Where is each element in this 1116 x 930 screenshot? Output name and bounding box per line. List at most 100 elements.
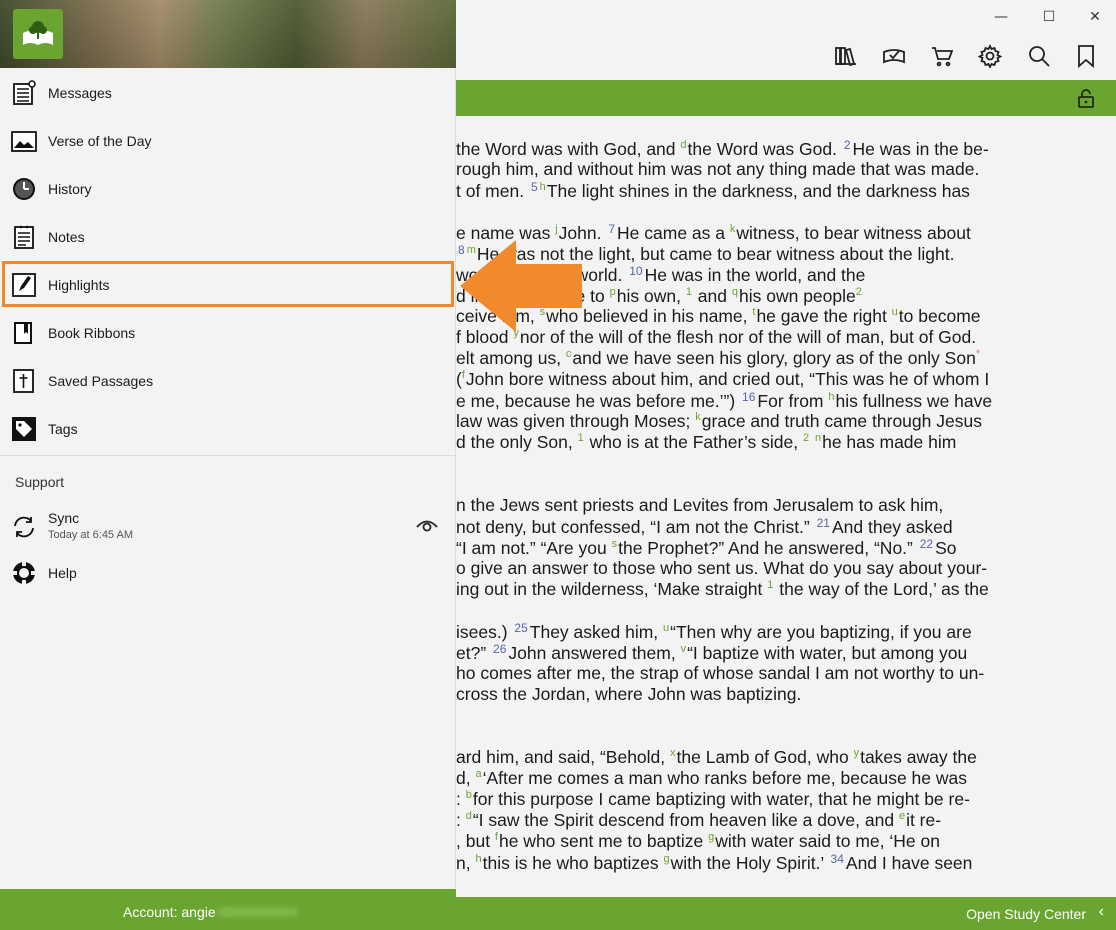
open-study-center-button[interactable]: Open Study Center xyxy=(966,906,1086,922)
cross-reference-marker[interactable]: q xyxy=(732,286,738,298)
text-line[interactable]: e me, because he was before me.’”) 16 For… xyxy=(456,390,992,412)
text-line[interactable]: not deny, but confessed, “I am not the C… xyxy=(456,516,953,538)
minimize-button[interactable]: — xyxy=(978,6,1024,28)
text-line[interactable]: (fJohn bore witness about him, and cried… xyxy=(456,369,989,390)
text-line[interactable]: : bfor this purpose I came baptizing wit… xyxy=(456,789,970,810)
verse-number[interactable]: 16 xyxy=(742,390,755,404)
cross-reference-marker[interactable]: g xyxy=(664,853,670,865)
menu-item-help[interactable]: Help xyxy=(0,549,456,597)
cross-reference-marker[interactable]: u xyxy=(663,622,669,634)
cross-reference-marker[interactable]: d xyxy=(466,810,472,822)
menu-item-sync[interactable]: Sync xyxy=(0,503,456,551)
verse-text: et?” xyxy=(456,643,492,663)
text-line[interactable]: , but fhe who sent me to baptize gwith w… xyxy=(456,831,940,852)
footnote-marker[interactable]: * xyxy=(976,348,980,360)
text-line[interactable]: n the Jews sent priests and Levites from… xyxy=(456,495,943,516)
verse-text: “I am not.” “Are you xyxy=(456,538,612,558)
menu-item-book-ribbons[interactable]: Book Ribbons xyxy=(0,309,456,357)
maximize-button[interactable]: ☐ xyxy=(1026,6,1072,28)
verse-text: with the Holy Spirit.’ xyxy=(670,853,829,873)
text-line[interactable]: o give an answer to those who sent us. W… xyxy=(456,558,987,579)
verse-number[interactable]: 25 xyxy=(514,621,527,635)
verse-number[interactable]: 2 xyxy=(844,138,851,152)
app-logo[interactable] xyxy=(13,9,63,59)
text-line[interactable]: n, hthis is he who baptizes gwith the Ho… xyxy=(456,852,972,874)
text-line[interactable]: the Word was with God, and dthe Word was… xyxy=(456,138,989,160)
bible-text-reader[interactable]: the Word was with God, and dthe Word was… xyxy=(456,116,1116,897)
cross-reference-marker[interactable]: a xyxy=(475,768,481,780)
cross-reference-marker[interactable]: c xyxy=(566,348,572,360)
cross-reference-marker[interactable]: y xyxy=(854,747,860,759)
text-line[interactable]: ho comes after me, the strap of whose sa… xyxy=(456,663,984,684)
verse-number[interactable]: 21 xyxy=(817,516,830,530)
verse-text: ho comes after me, the strap of whose sa… xyxy=(456,663,985,683)
menu-item-history[interactable]: History xyxy=(0,165,456,213)
cross-reference-marker[interactable]: f xyxy=(495,831,498,843)
verse-text: and xyxy=(692,286,732,306)
cross-reference-marker[interactable]: h xyxy=(475,853,481,865)
unlock-icon[interactable] xyxy=(1076,88,1096,108)
library-icon[interactable] xyxy=(832,42,860,70)
bookmark-icon[interactable] xyxy=(1072,42,1100,70)
cross-reference-marker[interactable]: g xyxy=(708,831,714,843)
text-line[interactable]: cross the Jordan, where John was baptizi… xyxy=(456,684,801,705)
menu-item-notes[interactable]: Notes xyxy=(0,213,456,261)
cross-reference-marker[interactable]: 1 xyxy=(686,286,692,298)
cross-reference-marker[interactable]: v xyxy=(681,643,687,655)
menu-item-verse-of-the-day[interactable]: Verse of the Day xyxy=(0,117,456,165)
text-line[interactable]: et?” 26 John answered them, v“I baptize w… xyxy=(456,642,967,664)
close-button[interactable]: ✕ xyxy=(1072,6,1116,28)
text-line[interactable]: rough him, and without him was not any t… xyxy=(456,159,979,180)
verse-text: the way of the Lord,’ as the xyxy=(774,579,989,599)
text-line[interactable]: t of men. 5 hThe light shines in the dark… xyxy=(456,180,970,202)
reading-plans-icon[interactable] xyxy=(880,42,908,70)
verse-number[interactable]: 34 xyxy=(831,852,844,866)
text-line[interactable]: ard him, and said, “Behold, xthe Lamb of… xyxy=(456,747,977,768)
chevron-left-icon[interactable]: ‹ xyxy=(1099,903,1104,921)
verse-text: He was in the world, and the xyxy=(644,265,866,285)
verse-number[interactable]: 26 xyxy=(493,642,506,656)
verse-number[interactable]: 5 xyxy=(531,180,538,194)
text-line[interactable]: isees.) 25 They asked him, u“Then why are… xyxy=(456,621,972,643)
menu-item-tags[interactable]: Tags xyxy=(0,405,456,453)
cross-reference-marker[interactable]: k xyxy=(730,223,736,235)
cross-reference-marker[interactable]: h xyxy=(828,391,834,403)
verse-text: the Word was with God, and xyxy=(456,139,681,159)
cross-reference-marker[interactable]: e xyxy=(899,810,905,822)
settings-icon[interactable] xyxy=(976,42,1004,70)
eye-icon[interactable] xyxy=(416,516,438,534)
cart-icon[interactable] xyxy=(928,42,956,70)
cross-reference-marker[interactable]: 2 xyxy=(856,286,862,298)
cross-reference-marker[interactable]: d xyxy=(680,139,686,151)
cross-reference-marker[interactable]: n xyxy=(815,432,821,444)
cross-reference-marker[interactable]: h xyxy=(540,181,546,193)
text-line[interactable]: law was given through Moses; kgrace and … xyxy=(456,411,982,432)
cross-reference-marker[interactable]: k xyxy=(695,411,701,423)
account-bar[interactable]: Account: angie xyxy=(0,889,456,930)
cross-reference-marker[interactable]: 1 xyxy=(767,579,773,591)
text-line[interactable]: d, a‘After me comes a man who ranks befo… xyxy=(456,768,967,789)
text-line[interactable]: d the only Son, 1 who is at the Father’s… xyxy=(456,432,956,453)
menu-item-messages[interactable]: Messages xyxy=(0,69,456,117)
menu-item-saved-passages[interactable]: Saved Passages xyxy=(0,357,456,405)
cross-reference-marker[interactable]: p xyxy=(610,286,616,298)
text-line[interactable]: elt among us, cand we have seen his glor… xyxy=(456,348,981,369)
verse-text: d, xyxy=(456,768,476,788)
verse-number[interactable]: 22 xyxy=(920,537,933,551)
verse-number[interactable]: 7 xyxy=(608,222,615,236)
cross-reference-marker[interactable]: f xyxy=(462,369,465,381)
text-line[interactable]: ing out in the wilderness, ‘Make straigh… xyxy=(456,579,989,600)
verse-number[interactable]: 10 xyxy=(629,264,642,278)
menu-item-label: Saved Passages xyxy=(48,373,154,389)
cross-reference-marker[interactable]: t xyxy=(752,306,755,318)
text-line[interactable]: “I am not.” “Are you sthe Prophet?” And … xyxy=(456,537,957,559)
cross-reference-marker[interactable]: x xyxy=(670,747,676,759)
cross-reference-marker[interactable]: j xyxy=(555,223,557,235)
cross-reference-marker[interactable]: b xyxy=(466,789,472,801)
cross-reference-marker[interactable]: 2 xyxy=(803,432,809,444)
cross-reference-marker[interactable]: u xyxy=(892,306,898,318)
search-icon[interactable] xyxy=(1025,42,1053,70)
text-line[interactable]: : d“I saw the Spirit descend from heaven… xyxy=(456,810,941,831)
cross-reference-marker[interactable]: s xyxy=(612,538,618,550)
cross-reference-marker[interactable]: 1 xyxy=(578,432,584,444)
